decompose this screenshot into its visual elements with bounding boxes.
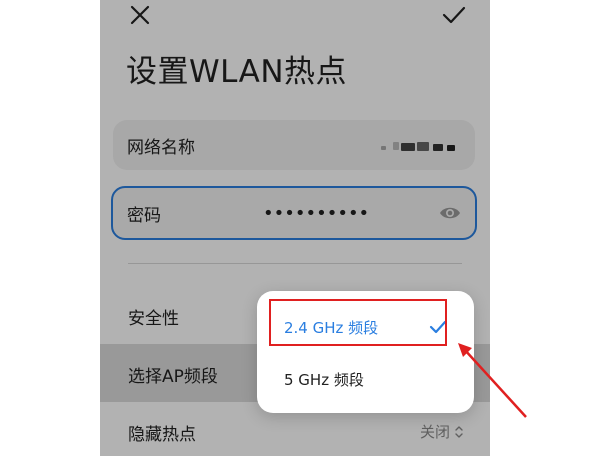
band-option-5ghz[interactable]: 5 GHz 频段 bbox=[257, 353, 474, 405]
annotation-arrow bbox=[458, 343, 527, 418]
band-option-label: 5 GHz 频段 bbox=[284, 370, 364, 389]
annotation-highlight-box bbox=[269, 299, 447, 346]
